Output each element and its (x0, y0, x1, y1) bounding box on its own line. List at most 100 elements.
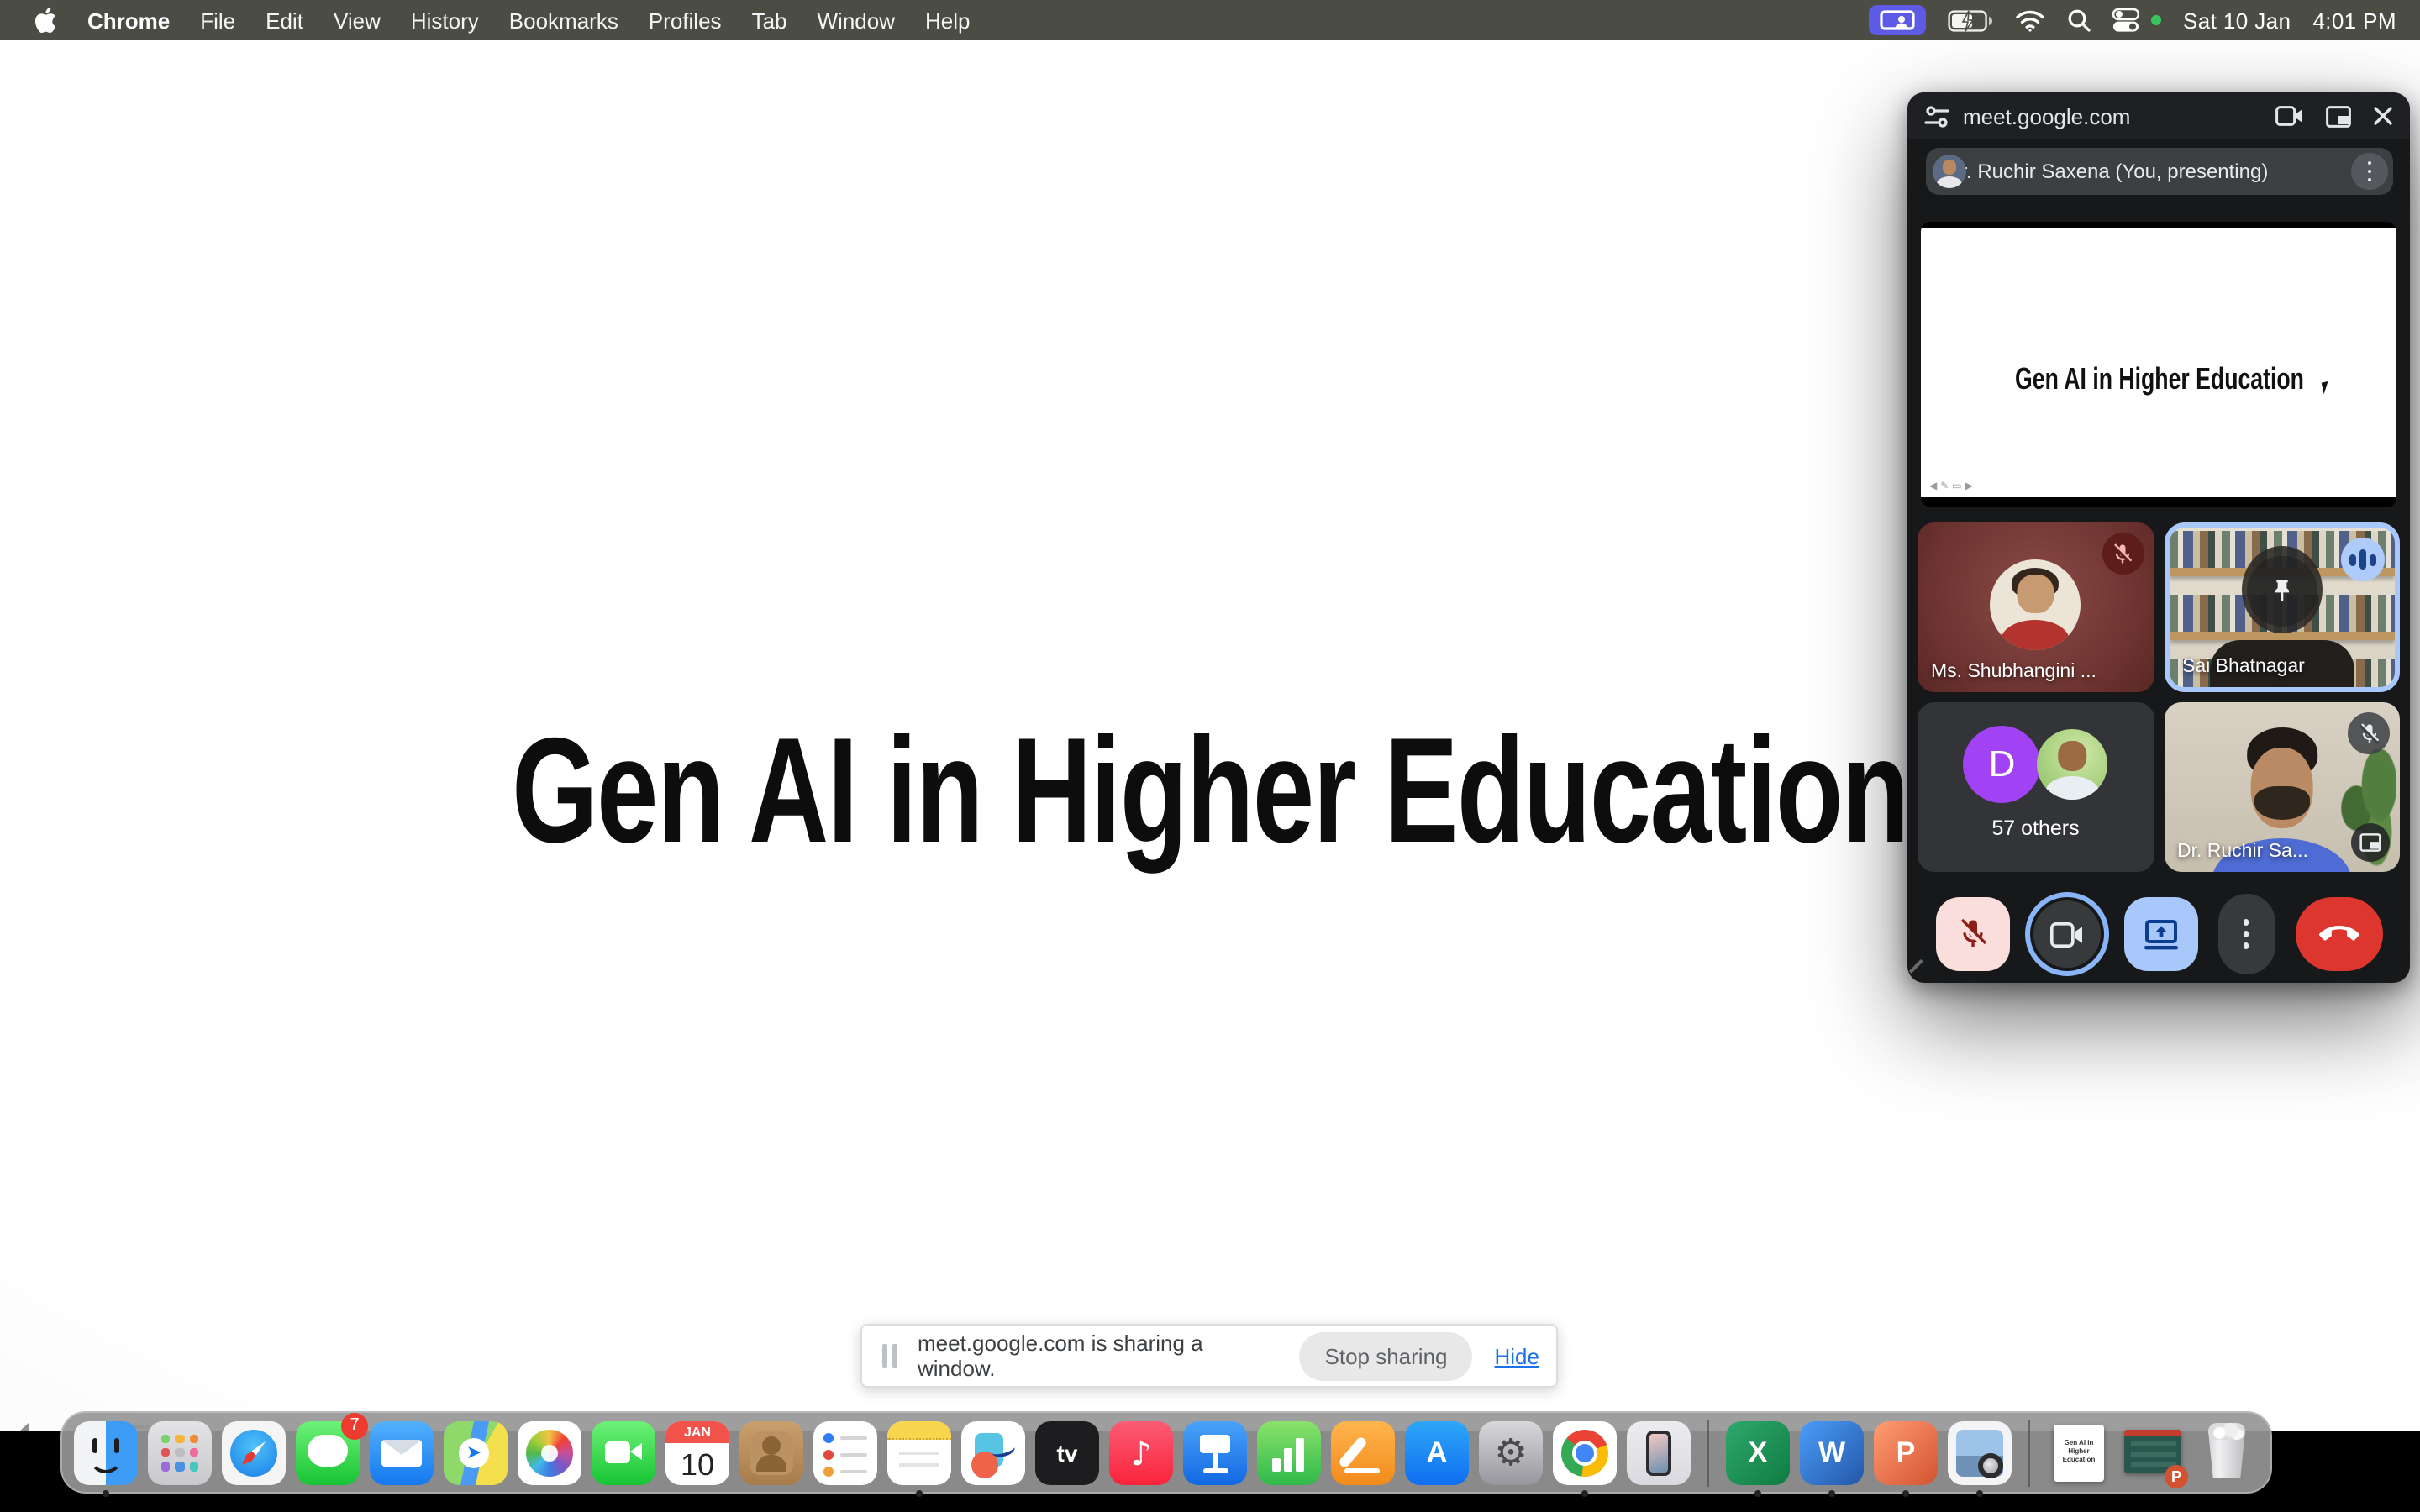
dock-pages-icon[interactable] (1331, 1420, 1395, 1484)
document-title: Gen AI in Higher Education (2059, 1437, 2099, 1462)
more-options-button[interactable] (2217, 894, 2275, 974)
desktop: Chrome File Edit View History Bookmarks … (0, 0, 2420, 1512)
dock-appletv-icon[interactable]: tv (1035, 1420, 1099, 1484)
dock-contacts-icon[interactable] (739, 1420, 803, 1484)
menu-bar-date[interactable]: Sat 10 Jan (2183, 8, 2291, 33)
dock-photos-icon[interactable] (518, 1420, 581, 1484)
camera-toggle-icon[interactable] (2275, 106, 2304, 126)
apple-menu-icon[interactable] (34, 7, 57, 34)
dock-chrome-icon[interactable] (1553, 1420, 1617, 1484)
dock-messages-icon[interactable]: 7 (296, 1420, 360, 1484)
menu-bookmarks[interactable]: Bookmarks (509, 8, 618, 33)
dock-system-settings-icon[interactable]: ⚙ (1479, 1420, 1543, 1484)
pip-title-bar[interactable]: meet.google.com (1907, 92, 2410, 139)
menu-history[interactable]: History (411, 8, 479, 33)
dock-mail-icon[interactable] (370, 1420, 434, 1484)
menu-profiles[interactable]: Profiles (649, 8, 722, 33)
presenting-banner-text: Dr. Ruchir Saxena (You, presenting) (1946, 160, 2351, 183)
banner-more-options-button[interactable] (2351, 153, 2388, 190)
battery-icon[interactable] (1948, 9, 1993, 31)
dock-powerpoint-icon[interactable]: P (1874, 1420, 1938, 1484)
participant-tile-shubhangini[interactable]: Ms. Shubhangini ... (1918, 522, 2154, 692)
dock-safari-icon[interactable] (222, 1420, 286, 1484)
presenter-avatar (1933, 155, 1966, 188)
menu-bar: Chrome File Edit View History Bookmarks … (0, 0, 2420, 40)
dock-freeform-icon[interactable] (961, 1420, 1025, 1484)
dock-numbers-icon[interactable] (1257, 1420, 1321, 1484)
shared-screen-preview[interactable]: Gen AI in Higher Education ◀✎▭▶ (1921, 222, 2396, 507)
exit-pip-icon[interactable] (2326, 105, 2351, 127)
menu-edit[interactable]: Edit (266, 8, 303, 33)
end-call-button[interactable] (2295, 897, 2382, 971)
dock-iphone-mirroring-icon[interactable] (1627, 1420, 1691, 1484)
word-letter: W (1818, 1436, 1845, 1469)
dock-finder-icon[interactable] (74, 1420, 138, 1484)
close-icon[interactable] (2373, 106, 2393, 126)
tune-icon[interactable] (1924, 105, 1949, 127)
screen-share-notification-bar: meet.google.com is sharing a window. Sto… (860, 1324, 1558, 1388)
music-note-glyph: ♪ (1130, 1432, 1152, 1473)
drag-handle-icon[interactable] (882, 1344, 897, 1368)
dock-minimized-document[interactable]: Gen AI in Higher Education (2047, 1420, 2111, 1484)
preview-slide: Gen AI in Higher Education ◀✎▭▶ (1921, 228, 2396, 497)
control-center-icon[interactable] (2112, 8, 2139, 32)
preview-mouse-cursor (2322, 381, 2336, 395)
participant-tile-others[interactable]: D 57 others (1918, 702, 2154, 872)
dock-launchpad-icon[interactable] (148, 1420, 212, 1484)
dock-preview-icon[interactable] (1948, 1420, 2012, 1484)
participant-tiles: Ms. Shubhangini ... Sai Bhatnagar D (1918, 522, 2400, 872)
meet-pip-window: meet.google.com Dr. Ruchir Saxena (You, … (1907, 92, 2410, 983)
slide-title: Gen AI in Higher Education (512, 712, 1908, 867)
participant-name: Dr. Ruchir Sa... (2177, 842, 2308, 862)
excel-letter: X (1749, 1436, 1768, 1469)
participant-tile-sai-bhatnagar[interactable]: Sai Bhatnagar (2164, 522, 2400, 692)
dock-minimized-powerpoint-window[interactable]: P (2121, 1420, 2185, 1484)
participant-name: Ms. Shubhangini ... (1931, 662, 2096, 682)
gear-glyph: ⚙ (1494, 1431, 1527, 1474)
others-count-label: 57 others (1918, 816, 2154, 840)
calendar-month: JAN (666, 1420, 729, 1442)
dock-trash-icon[interactable] (2195, 1420, 2259, 1484)
dock-notes-icon[interactable] (887, 1420, 951, 1484)
spotlight-search-icon[interactable] (2067, 8, 2091, 32)
menu-tab[interactable]: Tab (752, 8, 787, 33)
dock-keynote-icon[interactable] (1183, 1420, 1247, 1484)
powerpoint-letter: P (1897, 1436, 1916, 1469)
presenting-banner: Dr. Ruchir Saxena (You, presenting) (1926, 148, 2393, 195)
preview-slide-title: Gen AI in Higher Education (2014, 361, 2303, 396)
mic-muted-icon (2348, 712, 2390, 754)
menu-bar-time[interactable]: 4:01 PM (2312, 8, 2396, 33)
camera-on-button[interactable] (2029, 897, 2103, 971)
dock-facetime-icon[interactable] (592, 1420, 655, 1484)
menu-app-name[interactable]: Chrome (87, 8, 170, 33)
dock-reminders-icon[interactable] (813, 1420, 877, 1484)
stop-sharing-button[interactable]: Stop sharing (1300, 1331, 1473, 1380)
participant-tile-ruchir[interactable]: Dr. Ruchir Sa... (2164, 702, 2400, 872)
dock-maps-icon[interactable]: ➤ (444, 1420, 508, 1484)
dock-divider (2028, 1419, 2030, 1486)
pip-window-title: meet.google.com (1963, 103, 2275, 129)
microphone-muted-button[interactable] (1935, 897, 2009, 971)
screen-sharing-indicator-icon[interactable] (1869, 5, 1926, 35)
wifi-icon[interactable] (2015, 9, 2045, 31)
hide-link[interactable]: Hide (1495, 1343, 1540, 1368)
menu-help[interactable]: Help (925, 8, 971, 33)
dock-excel-icon[interactable]: X (1726, 1420, 1790, 1484)
menu-file[interactable]: File (200, 8, 235, 33)
appstore-letter: A (1427, 1436, 1448, 1469)
dock-appstore-icon[interactable]: A (1405, 1420, 1469, 1484)
menu-view[interactable]: View (334, 8, 381, 33)
menu-window[interactable]: Window (818, 8, 896, 33)
previous-slide-button[interactable] (8, 1421, 52, 1431)
dock-word-icon[interactable]: W (1800, 1420, 1864, 1484)
share-message: meet.google.com is sharing a window. (918, 1331, 1276, 1381)
dock-calendar-icon[interactable]: JAN10 (666, 1420, 729, 1484)
dock-music-icon[interactable]: ♪ (1109, 1420, 1173, 1484)
present-screen-button[interactable] (2123, 897, 2197, 971)
audio-activity-icon (2341, 538, 2385, 581)
picture-in-picture-icon[interactable] (2351, 823, 2390, 862)
preview-slideshow-controls: ◀✎▭▶ (1929, 480, 1976, 492)
pinned-icon (2247, 556, 2317, 627)
participant-avatar (1991, 559, 2081, 650)
calendar-day: 10 (681, 1442, 714, 1486)
